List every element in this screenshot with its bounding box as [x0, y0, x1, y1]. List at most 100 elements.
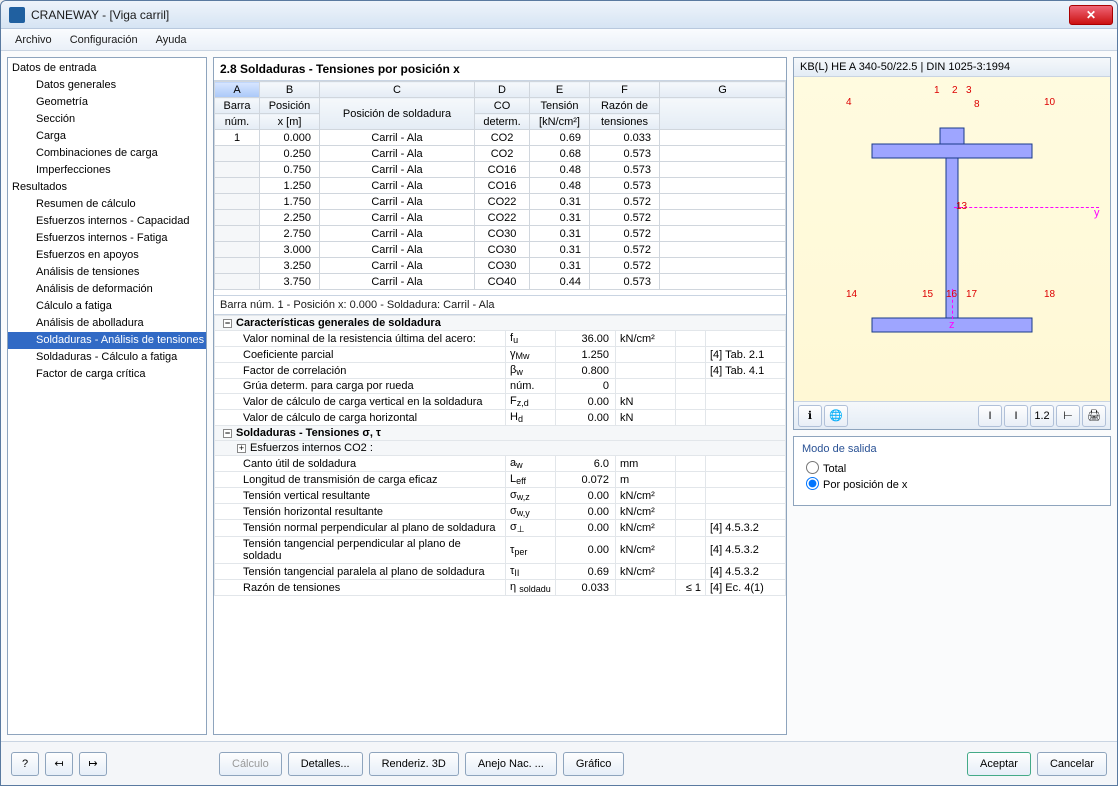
- ibeam-icon[interactable]: I: [978, 405, 1002, 427]
- table-row[interactable]: 1.750Carril - AlaCO220.310.572: [215, 194, 786, 210]
- table-row[interactable]: 1.250Carril - AlaCO160.480.573: [215, 178, 786, 194]
- table-row[interactable]: 3.000Carril - AlaCO300.310.572: [215, 242, 786, 258]
- print-icon[interactable]: 🖨: [1082, 405, 1106, 427]
- props-h2: −Soldaduras - Tensiones σ, τ: [215, 426, 786, 441]
- titlebar: CRANEWAY - [Viga carril] ✕: [1, 1, 1117, 29]
- tree-ei-cap[interactable]: Esfuerzos internos - Capacidad: [8, 213, 206, 230]
- tree-an-def[interactable]: Análisis de deformación: [8, 281, 206, 298]
- col-co: CO: [475, 98, 530, 114]
- tree-carga[interactable]: Carga: [8, 128, 206, 145]
- right-panel: KB(L) HE A 340-50/22.5 | DIN 1025-3:1994: [793, 57, 1111, 735]
- tree-resultados[interactable]: Resultados: [8, 179, 206, 196]
- section-viewer: KB(L) HE A 340-50/22.5 | DIN 1025-3:1994: [793, 57, 1111, 430]
- col-posSold: Posición de soldadura: [320, 98, 475, 130]
- tree-seccion[interactable]: Sección: [8, 111, 206, 128]
- close-button[interactable]: ✕: [1069, 5, 1113, 25]
- content-area: Datos de entrada Datos generales Geometr…: [1, 51, 1117, 741]
- table-row[interactable]: 0.750Carril - AlaCO160.480.573: [215, 162, 786, 178]
- pt-2: 2: [952, 85, 958, 96]
- tree-geometria[interactable]: Geometría: [8, 94, 206, 111]
- results-table[interactable]: A B C D E F G Barra Posición: [214, 81, 786, 290]
- viewer-canvas[interactable]: y z 1 2 3 4 8 10 13 14 15 16 17: [794, 77, 1110, 401]
- aceptar-button[interactable]: Aceptar: [967, 752, 1031, 776]
- table-row[interactable]: 3.250Carril - AlaCO300.310.572: [215, 258, 786, 274]
- tree-an-tens[interactable]: Análisis de tensiones: [8, 264, 206, 281]
- tree-datos-entrada[interactable]: Datos de entrada: [8, 60, 206, 77]
- grafico-button[interactable]: Gráfico: [563, 752, 624, 776]
- col-f[interactable]: F: [590, 82, 660, 98]
- radio-total[interactable]: [806, 461, 819, 474]
- properties-panel[interactable]: −Características generales de soldadura …: [214, 314, 786, 734]
- table-row[interactable]: 0.250Carril - AlaCO20.680.573: [215, 146, 786, 162]
- calculo-button[interactable]: Cálculo: [219, 752, 282, 776]
- next-button[interactable]: ↦: [79, 752, 107, 776]
- table-row[interactable]: 2.750Carril - AlaCO300.310.572: [215, 226, 786, 242]
- tree-sold-fat[interactable]: Soldaduras - Cálculo a fatiga: [8, 349, 206, 366]
- collapse-icon[interactable]: −: [223, 429, 232, 438]
- pt-17: 17: [966, 289, 977, 300]
- col-b[interactable]: B: [260, 82, 320, 98]
- col-tunit: [kN/cm²]: [530, 114, 590, 130]
- detalles-button[interactable]: Detalles...: [288, 752, 363, 776]
- table-row[interactable]: 2.250Carril - AlaCO220.310.572: [215, 210, 786, 226]
- tree-imperfecciones[interactable]: Imperfecciones: [8, 162, 206, 179]
- prop-row: Grúa determ. para carga por ruedanúm.0: [215, 379, 786, 394]
- tree-ei-fat[interactable]: Esfuerzos internos - Fatiga: [8, 230, 206, 247]
- anejo-button[interactable]: Anejo Nac. ...: [465, 752, 557, 776]
- tree-resumen[interactable]: Resumen de cálculo: [8, 196, 206, 213]
- footer: ? ↤ ↦ Cálculo Detalles... Renderiz. 3D A…: [1, 741, 1117, 785]
- radio-porx[interactable]: [806, 477, 819, 490]
- section-title: 2.8 Soldaduras - Tensiones por posición …: [214, 58, 786, 80]
- renderiz-button[interactable]: Renderiz. 3D: [369, 752, 459, 776]
- ibeam2-icon[interactable]: I: [1004, 405, 1028, 427]
- tree-combinaciones[interactable]: Combinaciones de carga: [8, 145, 206, 162]
- table-row[interactable]: 3.750Carril - AlaCO400.440.573: [215, 274, 786, 290]
- pt-15: 15: [922, 289, 933, 300]
- col-e[interactable]: E: [530, 82, 590, 98]
- col-xm: x [m]: [260, 114, 320, 130]
- menu-ayuda[interactable]: Ayuda: [148, 32, 195, 48]
- tree-sold-tensiones[interactable]: Soldaduras - Análisis de tensiones: [8, 332, 206, 349]
- col-razon1: Razón de: [590, 98, 660, 114]
- tree-apoyos[interactable]: Esfuerzos en apoyos: [8, 247, 206, 264]
- table-wrap[interactable]: A B C D E F G Barra Posición: [214, 80, 786, 295]
- pt-1: 1: [934, 85, 940, 96]
- prop-row: Tensión normal perpendicular al plano de…: [215, 520, 786, 537]
- viewer-title: KB(L) HE A 340-50/22.5 | DIN 1025-3:1994: [794, 58, 1110, 77]
- tree-calc-fat[interactable]: Cálculo a fatiga: [8, 298, 206, 315]
- info-icon[interactable]: ℹ: [798, 405, 822, 427]
- properties-table: −Características generales de soldadura …: [214, 315, 786, 596]
- globe-icon[interactable]: 🌐: [824, 405, 848, 427]
- prop-row: Longitud de transmisión de carga eficazL…: [215, 472, 786, 488]
- table-row[interactable]: 10.000Carril - AlaCO20.690.033: [215, 130, 786, 146]
- window-title: CRANEWAY - [Viga carril]: [31, 8, 1069, 22]
- viewer-toolbar: ℹ 🌐 I I 1.2 ⊢ 🖨: [794, 401, 1110, 429]
- tree-f-crit[interactable]: Factor de carga crítica: [8, 366, 206, 383]
- tree-datos-generales[interactable]: Datos generales: [8, 77, 206, 94]
- help-button[interactable]: ?: [11, 752, 39, 776]
- col-num: núm.: [215, 114, 260, 130]
- dims-icon[interactable]: ⊢: [1056, 405, 1080, 427]
- col-d[interactable]: D: [475, 82, 530, 98]
- pt-14: 14: [846, 289, 857, 300]
- col-a[interactable]: A: [215, 82, 260, 98]
- col-g[interactable]: G: [660, 82, 786, 98]
- expand-icon[interactable]: +: [237, 444, 246, 453]
- collapse-icon[interactable]: −: [223, 319, 232, 328]
- prop-row: Coeficiente parcialγMw1.250[4] Tab. 2.1: [215, 347, 786, 363]
- values-icon[interactable]: 1.2: [1030, 405, 1054, 427]
- pt-10: 10: [1044, 97, 1055, 108]
- prev-button[interactable]: ↤: [45, 752, 73, 776]
- radio-porx-label[interactable]: Por posición de x: [806, 477, 1102, 491]
- menu-configuracion[interactable]: Configuración: [62, 32, 146, 48]
- props-h2sub: +Esfuerzos internos CO2 :: [215, 441, 786, 456]
- nav-tree[interactable]: Datos de entrada Datos generales Geometr…: [7, 57, 207, 735]
- menu-archivo[interactable]: Archivo: [7, 32, 60, 48]
- prop-row: Canto útil de soldaduraaw6.0mm: [215, 456, 786, 472]
- cancelar-button[interactable]: Cancelar: [1037, 752, 1107, 776]
- col-barra: Barra: [215, 98, 260, 114]
- col-c[interactable]: C: [320, 82, 475, 98]
- prop-row: Valor de cálculo de carga vertical en la…: [215, 394, 786, 410]
- tree-an-abol[interactable]: Análisis de abolladura: [8, 315, 206, 332]
- radio-total-label[interactable]: Total: [806, 461, 1102, 475]
